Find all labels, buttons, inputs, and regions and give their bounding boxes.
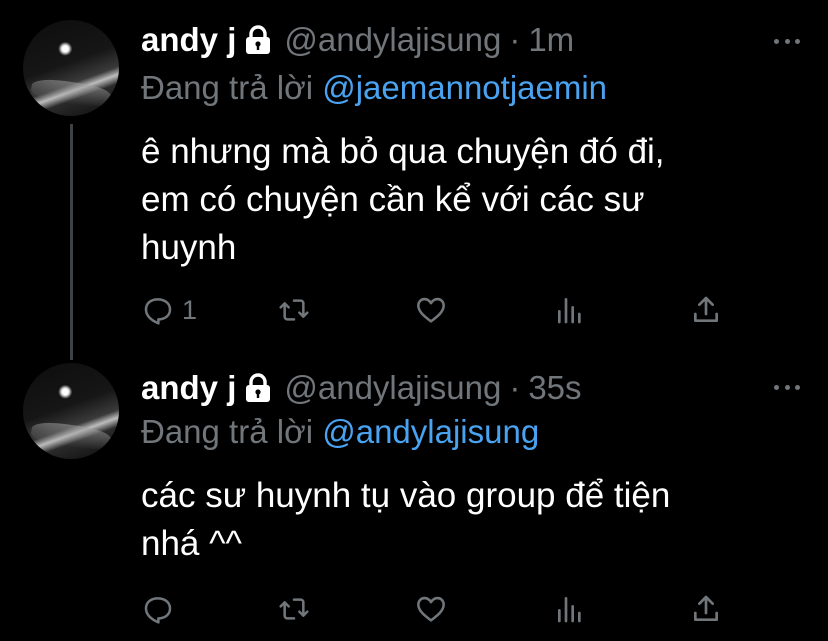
reply-prefix: Đang trả lời bbox=[141, 413, 314, 450]
like-button[interactable] bbox=[415, 292, 455, 328]
timestamp[interactable]: 1m bbox=[528, 21, 574, 59]
reply-icon bbox=[144, 597, 172, 624]
display-name[interactable]: andy j bbox=[141, 21, 236, 59]
share-button[interactable] bbox=[690, 591, 722, 627]
reply-to-mention[interactable]: @jaemannotjaemin bbox=[322, 69, 607, 106]
separator-dot: · bbox=[509, 369, 521, 406]
user-handle[interactable]: @andylajisung bbox=[284, 21, 501, 59]
retweet-button[interactable] bbox=[278, 591, 318, 627]
like-icon bbox=[417, 297, 445, 323]
reply-prefix: Đang trả lời bbox=[141, 69, 314, 106]
tweet-actions: 1 bbox=[0, 292, 828, 328]
retweet-icon bbox=[279, 598, 309, 620]
like-button[interactable] bbox=[415, 591, 455, 627]
tweet-header: andy j @andylajisung · 1m bbox=[141, 18, 574, 62]
lock-icon bbox=[244, 25, 272, 55]
reply-to-line: Đang trả lời @andylajisung bbox=[141, 413, 539, 451]
reply-to-mention[interactable]: @andylajisung bbox=[322, 413, 539, 450]
tweet-actions bbox=[0, 591, 828, 627]
avatar[interactable] bbox=[23, 20, 119, 116]
share-icon bbox=[694, 595, 718, 621]
tweet[interactable]: andy j @andylajisung · 1m Đang trả lời @… bbox=[0, 0, 828, 355]
retweet-icon bbox=[279, 299, 309, 321]
views-button[interactable] bbox=[554, 591, 586, 627]
reply-icon bbox=[144, 298, 172, 325]
display-name[interactable]: andy j bbox=[141, 369, 236, 407]
views-icon bbox=[558, 298, 581, 324]
retweet-button[interactable] bbox=[278, 292, 318, 328]
tweet-text: các sư huynh tụ vào group để tiện nhá ^^ bbox=[141, 476, 671, 563]
views-icon bbox=[558, 597, 581, 623]
reply-button[interactable]: 1 bbox=[142, 292, 197, 328]
more-icon[interactable] bbox=[774, 382, 800, 392]
share-icon bbox=[694, 296, 718, 322]
avatar[interactable] bbox=[23, 363, 119, 459]
more-icon[interactable] bbox=[774, 36, 800, 46]
timestamp[interactable]: 35s bbox=[528, 369, 581, 407]
tweet[interactable]: andy j @andylajisung · 35s Đang trả lời … bbox=[0, 355, 828, 641]
lock-icon bbox=[244, 373, 272, 403]
reply-count: 1 bbox=[182, 294, 198, 325]
user-handle[interactable]: @andylajisung bbox=[284, 369, 501, 407]
tweet-text: ê nhưng mà bỏ qua chuyện đó đi, em có ch… bbox=[141, 132, 665, 267]
separator-dot: · bbox=[509, 21, 521, 58]
reply-to-line: Đang trả lời @jaemannotjaemin bbox=[141, 69, 607, 107]
views-button[interactable] bbox=[554, 292, 586, 328]
like-icon bbox=[417, 596, 445, 622]
share-button[interactable] bbox=[690, 292, 722, 328]
reply-button[interactable] bbox=[142, 591, 182, 627]
tweet-header: andy j @andylajisung · 35s bbox=[141, 366, 582, 410]
